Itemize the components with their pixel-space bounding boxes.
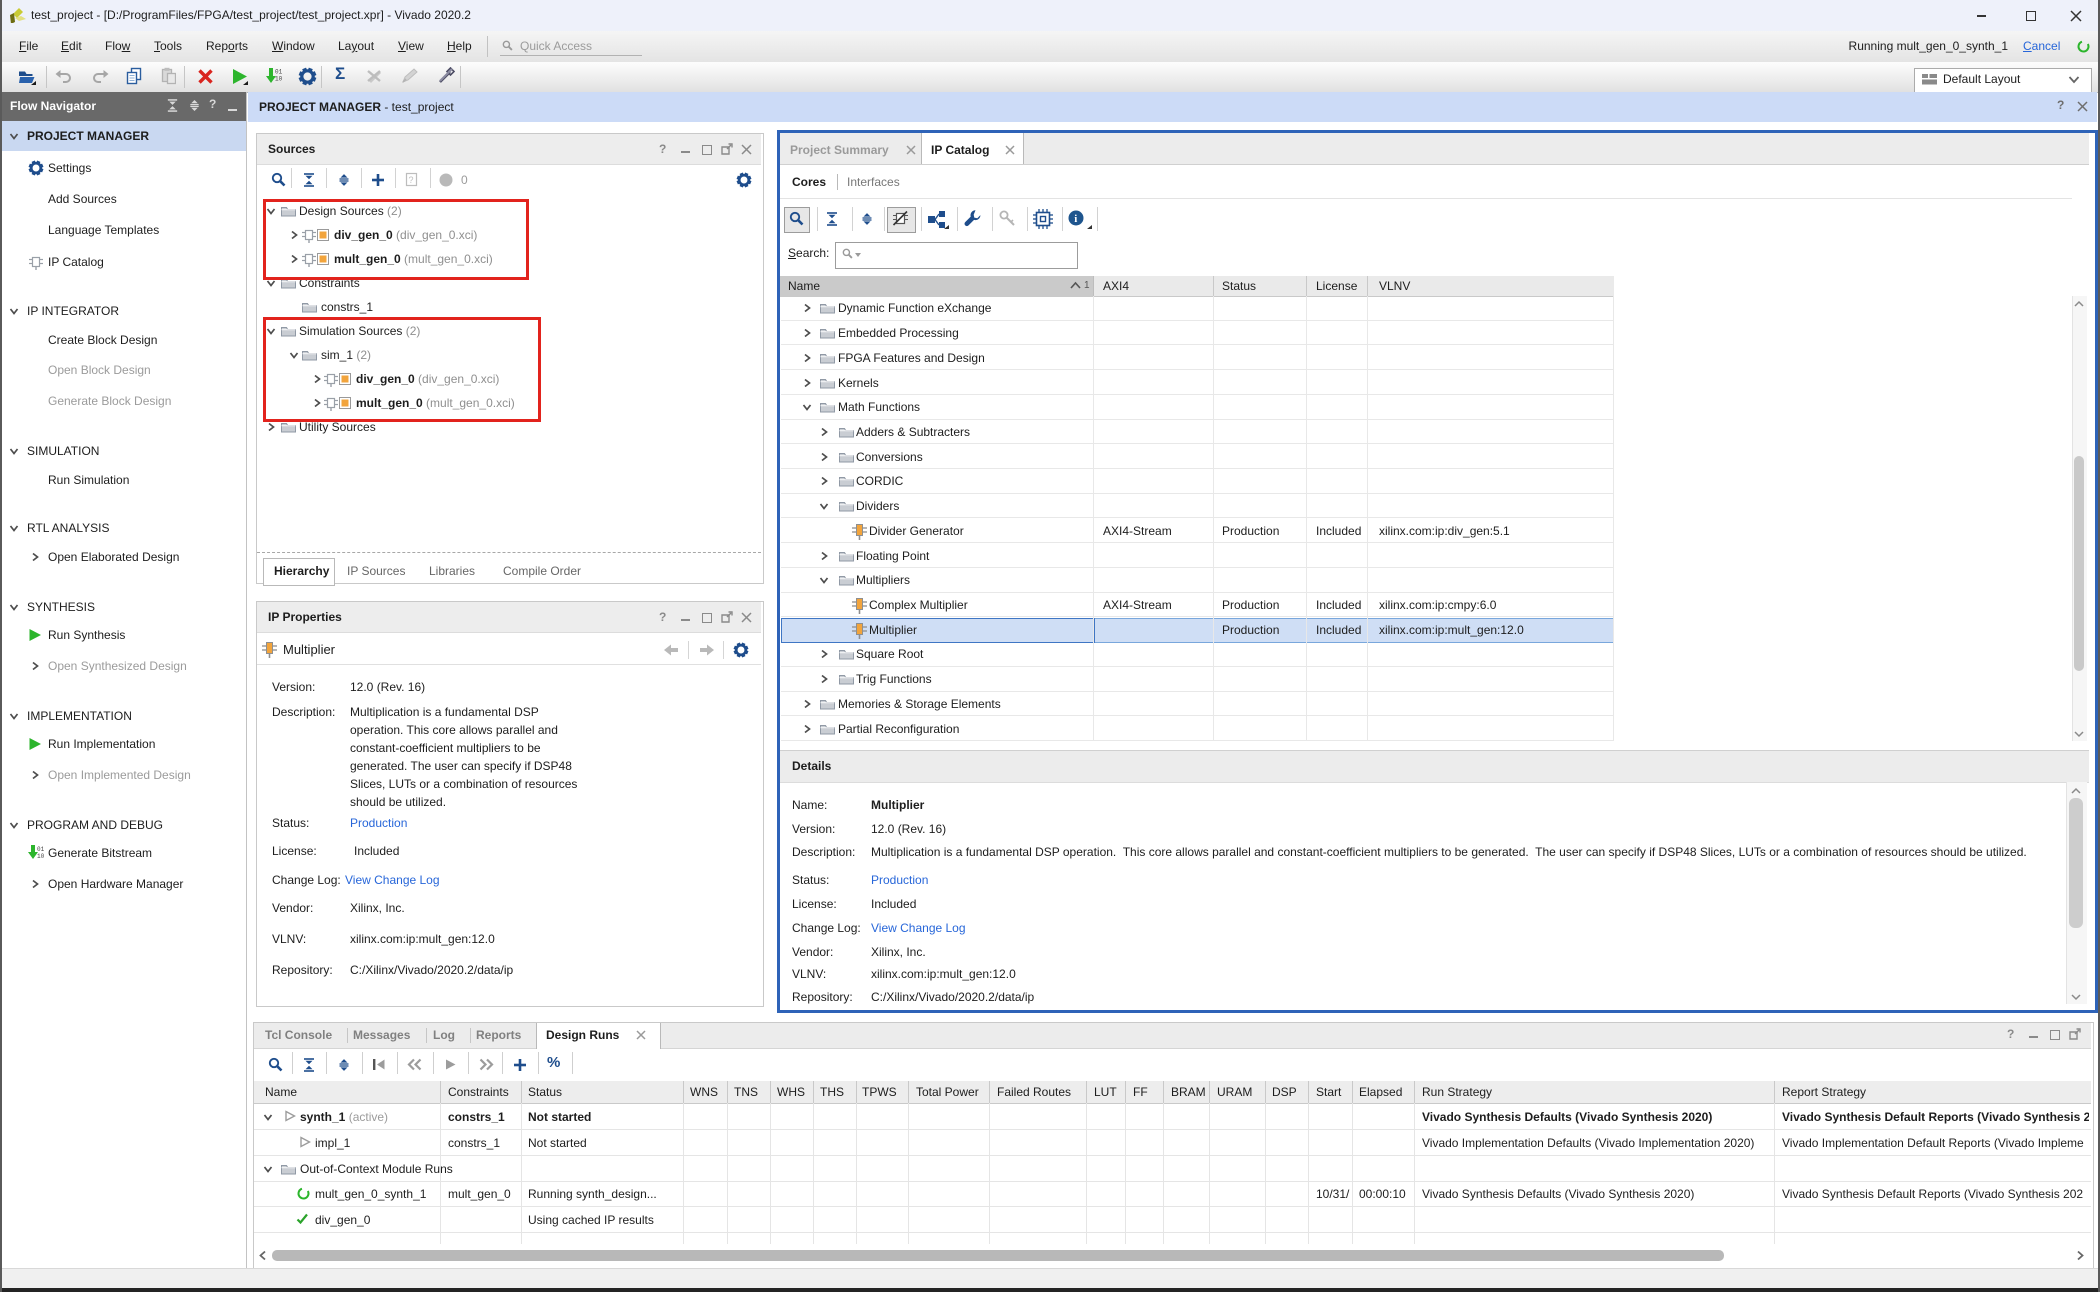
svg-text:10: 10 — [37, 853, 45, 860]
svg-text:?: ? — [409, 175, 414, 185]
svg-text:10: 10 — [275, 76, 282, 83]
svg-text:01: 01 — [275, 69, 282, 76]
svg-text:01: 01 — [37, 846, 45, 853]
svg-text:i: i — [1074, 213, 1077, 225]
